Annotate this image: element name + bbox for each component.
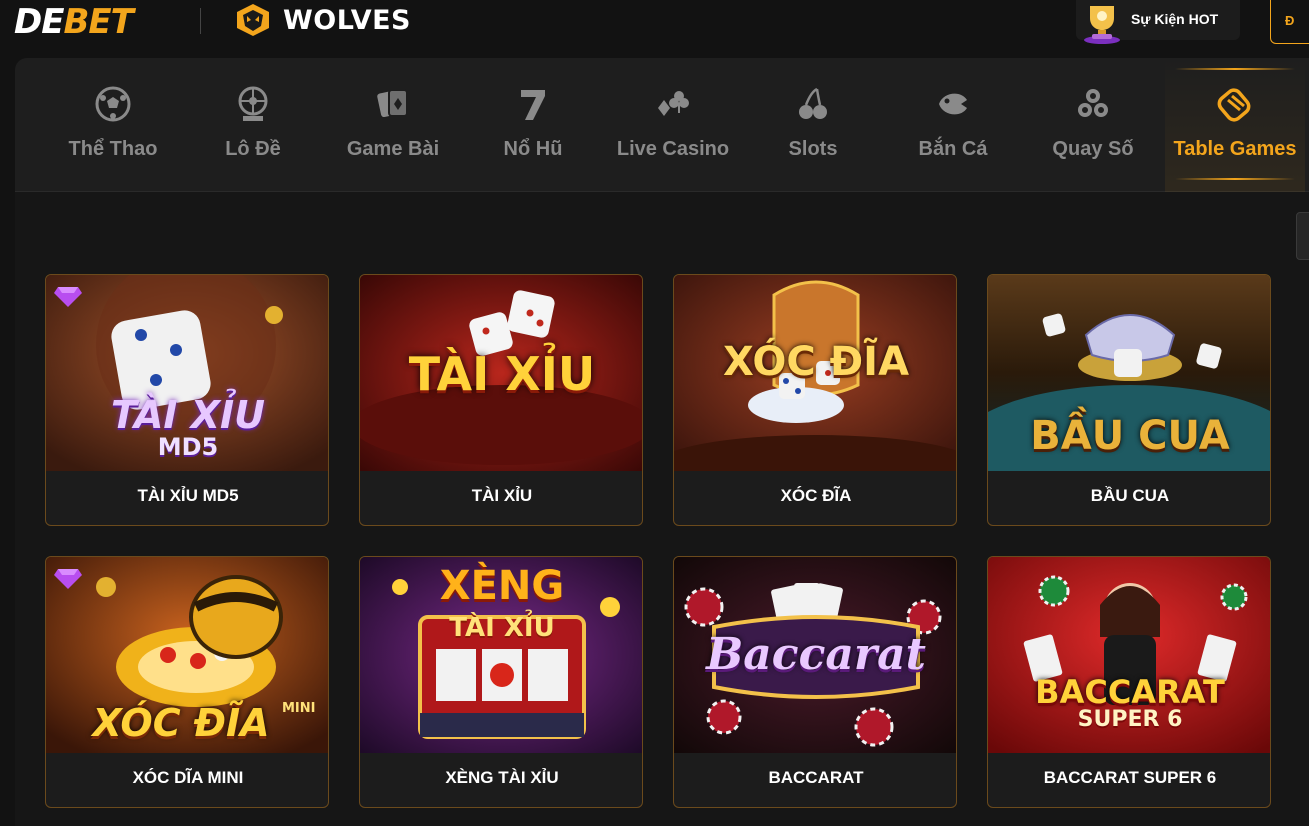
nav-item-ban-ca[interactable]: Bắn Cá xyxy=(883,58,1023,192)
game-art-subtext: MD5 xyxy=(157,433,219,461)
nav-label: Slots xyxy=(788,138,838,160)
game-card-bau-cua[interactable]: BẦU CUA BẦU CUA xyxy=(987,274,1271,526)
nav-label: Thể Thao xyxy=(68,138,158,160)
nav-label: Live Casino xyxy=(616,138,730,160)
game-card-tai-xiu[interactable]: TÀI XỈU TÀI XỈU xyxy=(359,274,643,526)
game-card-xoc-dia[interactable]: XÓC ĐĨA XÓC ĐĨA xyxy=(673,274,957,526)
login-button[interactable]: Đ xyxy=(1270,0,1309,44)
soccer-ball-icon xyxy=(95,86,131,122)
game-art-text: BACCARAT xyxy=(1035,673,1225,711)
debet-logo[interactable]: DEBET xyxy=(14,2,134,42)
nav-item-quay-so[interactable]: Quay Số xyxy=(1023,58,1163,192)
game-card-baccarat[interactable]: Baccarat BACCARAT xyxy=(673,556,957,808)
game-art-text: XÓC ĐĨA xyxy=(92,701,270,745)
game-title: TÀI XỈU MD5 xyxy=(137,486,239,505)
wolves-logo-icon xyxy=(237,4,269,36)
game-title: XÓC DĨA MINI xyxy=(132,768,244,787)
game-art-subtext: SUPER 6 xyxy=(1077,707,1183,732)
game-art-text: Baccarat xyxy=(706,629,926,680)
active-indicator-bottom xyxy=(1175,178,1295,180)
wolves-partner-text: WOLVES xyxy=(283,5,412,36)
game-title: BACCARAT SUPER 6 xyxy=(1043,768,1217,787)
playing-cards-icon xyxy=(377,89,408,118)
game-art-text: BẦU CUA xyxy=(1030,413,1230,459)
nav-label: Quay Số xyxy=(1052,138,1134,160)
nav-label: Nổ Hũ xyxy=(503,138,563,160)
login-label: Đ xyxy=(1285,13,1295,28)
game-title: BACCARAT xyxy=(768,768,864,787)
fish-icon xyxy=(939,93,967,115)
nav-item-game-bai[interactable]: Game Bài xyxy=(323,58,463,192)
nav-item-the-thao[interactable]: Thể Thao xyxy=(43,58,183,192)
hot-event-button[interactable]: Sự Kiện HOT xyxy=(1076,0,1240,44)
diamond-icon xyxy=(54,569,82,589)
game-art-text: XÈNG xyxy=(439,563,565,609)
lottery-wheel-icon xyxy=(238,86,268,121)
game-art-subtext: MINI xyxy=(282,701,316,716)
game-title: TÀI XỈU xyxy=(471,486,533,505)
game-art-text: TÀI XỈU xyxy=(110,393,266,437)
category-nav: Thể Thao Lô Đề Game Bài Nổ Hũ Live Casin… xyxy=(15,58,1309,192)
side-scroll-tab[interactable] xyxy=(1296,212,1309,260)
nav-item-slots[interactable]: Slots xyxy=(743,58,883,192)
game-art-subtext: TÀI XỈU xyxy=(449,613,555,643)
trophy-icon xyxy=(1084,6,1120,44)
nav-label: Game Bài xyxy=(346,138,440,160)
game-title: XÓC ĐĨA xyxy=(780,486,852,505)
game-card-xeng-tai-xiu[interactable]: XÈNG TÀI XỈU XÈNG TÀI XỈU xyxy=(359,556,643,808)
nav-item-table-games[interactable]: Table Games xyxy=(1165,58,1305,192)
diamond-icon xyxy=(54,287,82,307)
seven-icon xyxy=(521,90,545,120)
game-card-baccarat-super-6[interactable]: BACCARAT SUPER 6 BACCARAT SUPER 6 xyxy=(987,556,1271,808)
game-title: XÈNG TÀI XỈU xyxy=(445,768,559,787)
game-card-xoc-dia-mini[interactable]: XÓC ĐĨA MINI XÓC DĨA MINI xyxy=(45,556,329,808)
nav-label: Bắn Cá xyxy=(918,138,988,160)
game-art-text: TÀI XỈU xyxy=(408,347,596,401)
lottery-balls-icon xyxy=(1078,89,1108,117)
game-card-tai-xiu-md5[interactable]: TÀI XỈU MD5 TÀI XỈU MD5 xyxy=(45,274,329,526)
logo-divider xyxy=(200,8,201,34)
nav-item-lo-de[interactable]: Lô Đề xyxy=(183,58,323,192)
event-label: Sự Kiện HOT xyxy=(1131,11,1219,27)
nav-item-no-hu[interactable]: Nổ Hũ xyxy=(463,58,603,192)
active-indicator-top xyxy=(1175,68,1295,70)
game-art-text: XÓC ĐĨA xyxy=(722,339,910,385)
nav-label: Table Games xyxy=(1173,138,1297,160)
game-title: BẦU CUA xyxy=(1090,486,1170,505)
nav-label: Lô Đề xyxy=(225,138,281,160)
top-bar: DEBET WOLVES Sự Kiện HOT Đ xyxy=(0,0,1309,56)
cherries-icon xyxy=(799,87,827,119)
table-games-icon xyxy=(1217,88,1251,122)
clubs-diamonds-icon xyxy=(658,91,689,116)
nav-item-live-casino[interactable]: Live Casino xyxy=(603,58,743,192)
